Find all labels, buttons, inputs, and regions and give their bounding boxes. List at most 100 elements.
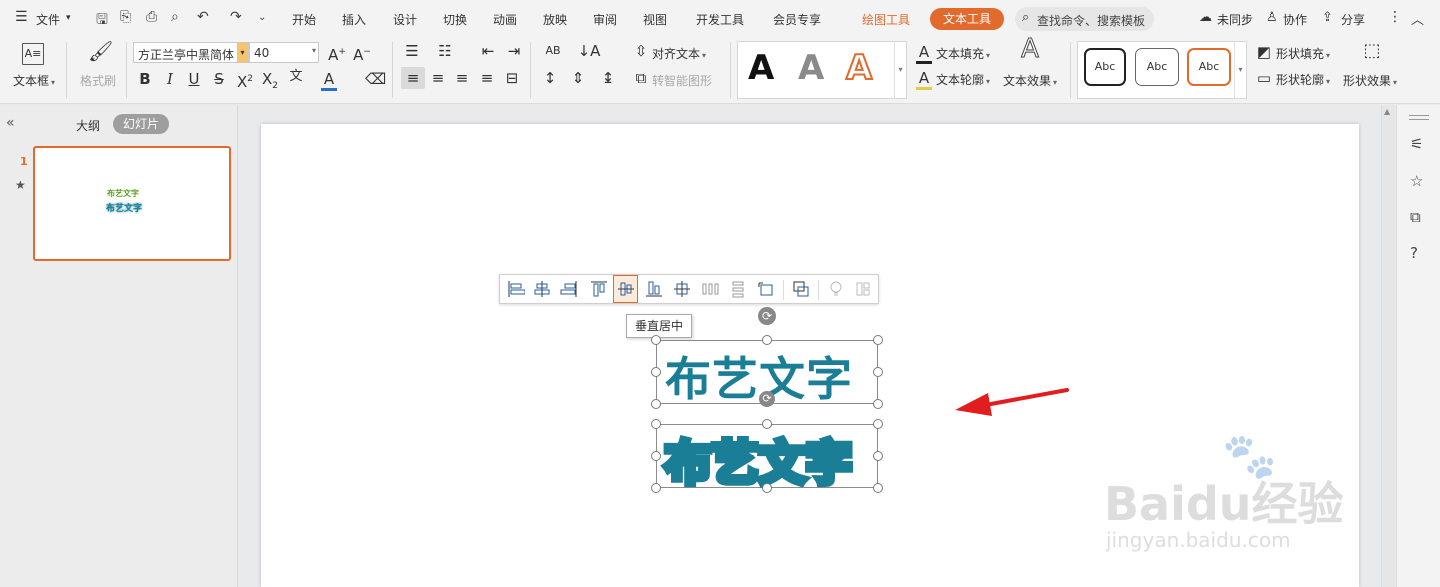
eraser-icon[interactable]: ⌫ — [365, 70, 386, 88]
resize-handle[interactable] — [873, 419, 883, 429]
text-effect-button[interactable]: 文本效果 ▾ — [1003, 72, 1057, 89]
rotate-handle-icon[interactable]: ⟳ — [758, 307, 776, 325]
tab-slideshow[interactable]: 放映 — [543, 11, 567, 28]
numbered-list-icon[interactable]: ☷ — [434, 42, 456, 60]
text-outline-button[interactable]: 文本轮廓 ▾ — [936, 71, 990, 88]
bullet-list-icon[interactable]: ☰ — [401, 42, 423, 60]
resize-handle[interactable] — [873, 451, 883, 461]
text-direction-icon[interactable]: AB — [540, 42, 566, 60]
collapse-ribbon-icon[interactable]: ︿ — [1411, 9, 1424, 28]
text-style-black[interactable]: A — [748, 48, 774, 88]
shape-effect-icon[interactable]: ⬚ — [1360, 42, 1384, 60]
align-center-both-icon[interactable] — [669, 275, 694, 303]
font-name-select[interactable]: 方正兰亭中黑简体 ▾ — [133, 42, 249, 63]
tab-insert[interactable]: 插入 — [342, 11, 366, 28]
align-left-icon[interactable]: ≡ — [403, 69, 423, 87]
gallery-more-icon[interactable]: ▾ — [1234, 42, 1246, 98]
text-fill-button[interactable]: 文本填充 ▾ — [936, 45, 990, 62]
text-outline-icon[interactable]: A — [916, 69, 932, 90]
tab-animation[interactable]: 动画 — [493, 11, 517, 28]
print-preview-icon[interactable]: ⌕ — [171, 9, 179, 25]
chevron-down-icon[interactable]: ▾ — [237, 43, 248, 62]
resize-handle[interactable] — [762, 419, 772, 429]
line-spacing-icon[interactable]: ↕ — [540, 69, 560, 87]
slide-text-bottom[interactable]: 布艺文字 — [662, 427, 856, 494]
print-icon[interactable]: ⎙ — [146, 9, 157, 25]
text-fill-icon[interactable]: A — [916, 43, 932, 64]
shape-style-orange[interactable]: Abc — [1187, 48, 1231, 86]
align-text-icon[interactable]: ⇳ — [632, 42, 650, 60]
tab-review[interactable]: 审阅 — [593, 11, 617, 28]
align-text-button[interactable]: 对齐文本 ▾ — [652, 45, 706, 62]
resize-handle[interactable] — [762, 335, 772, 345]
resize-handle[interactable] — [651, 399, 661, 409]
text-style-gallery[interactable]: A A A ▾ — [737, 41, 907, 99]
tab-drawing-tools[interactable]: 绘图工具 — [862, 11, 910, 28]
text-box-bottom[interactable]: 布艺文字 — [656, 424, 878, 494]
distribute-icon[interactable]: ⊟ — [502, 69, 522, 87]
gallery-more-icon[interactable]: ▾ — [894, 42, 906, 98]
shape-style-gallery[interactable]: Abc Abc Abc ▾ — [1077, 41, 1247, 99]
shape-style-black[interactable]: Abc — [1084, 48, 1126, 86]
shape-outline-button[interactable]: 形状轮廓 ▾ — [1276, 71, 1330, 88]
align-right-icon[interactable] — [556, 275, 581, 303]
shape-style-gray[interactable]: Abc — [1135, 48, 1179, 86]
tab-member[interactable]: 会员专享 — [773, 11, 821, 28]
tab-outline[interactable]: 大纲 — [76, 117, 100, 134]
text-style-gray[interactable]: A — [798, 48, 824, 88]
resize-handle[interactable] — [651, 483, 661, 493]
resize-handle[interactable] — [873, 483, 883, 493]
sort-icon[interactable]: ↓A — [576, 42, 602, 60]
phonetic-icon[interactable]: 文 — [285, 68, 307, 86]
shape-effect-button[interactable]: 形状效果 ▾ — [1343, 72, 1397, 89]
strikethrough-icon[interactable]: S — [211, 70, 227, 88]
resize-handle[interactable] — [651, 419, 661, 429]
textbox-button[interactable]: 文本框 ▾ — [13, 72, 55, 89]
resize-handle[interactable] — [651, 451, 661, 461]
tab-transition[interactable]: 切换 — [443, 11, 467, 28]
tab-view[interactable]: 视图 — [643, 11, 667, 28]
align-middle-icon[interactable] — [613, 275, 638, 303]
rotate-handle-icon[interactable]: ⟳ — [759, 391, 775, 407]
tab-text-tools[interactable]: 文本工具 — [930, 8, 1004, 30]
align-left-icon[interactable] — [503, 275, 528, 303]
resize-handle[interactable] — [651, 367, 661, 377]
shape-fill-icon[interactable]: ◩ — [1256, 43, 1272, 61]
align-right-icon[interactable]: ≡ — [452, 69, 472, 87]
fit-slide-icon[interactable] — [753, 275, 778, 303]
distribute-vertical-icon[interactable] — [725, 275, 750, 303]
customize-icon[interactable]: ⌄ — [258, 12, 266, 23]
underline-icon[interactable]: U — [186, 70, 202, 88]
tab-slides[interactable]: 幻灯片 — [113, 114, 169, 134]
subscript-icon[interactable]: X2 — [260, 70, 280, 95]
vertical-scrollbar[interactable]: ▲ — [1381, 105, 1395, 587]
font-shrink-icon[interactable]: A− — [352, 43, 372, 64]
redo-icon[interactable]: ↷ — [230, 9, 242, 25]
align-bottom-icon[interactable] — [641, 275, 666, 303]
tab-developer[interactable]: 开发工具 — [696, 11, 744, 28]
superscript-icon[interactable]: X2 — [235, 70, 255, 91]
file-menu[interactable]: 文件 — [36, 11, 60, 28]
font-size-select[interactable]: 40 ▾ — [249, 42, 319, 63]
scroll-up-icon[interactable]: ▲ — [1384, 107, 1390, 116]
shape-fill-button[interactable]: 形状填充 ▾ — [1276, 45, 1330, 62]
text-effect-icon[interactable]: A — [1016, 36, 1044, 63]
font-color-icon[interactable]: A — [321, 70, 337, 91]
shape-outline-icon[interactable]: ▭ — [1256, 69, 1272, 87]
font-grow-icon[interactable]: A+ — [327, 43, 347, 64]
slides-icon[interactable]: ⧉ — [1410, 208, 1421, 226]
align-center-h-icon[interactable] — [529, 275, 554, 303]
tab-home[interactable]: 开始 — [292, 11, 316, 28]
search-box[interactable]: ⌕ 查找命令、搜索模板 — [1015, 7, 1154, 31]
chevron-down-icon[interactable]: ▾ — [312, 46, 316, 55]
collab-button[interactable]: 协作 — [1283, 11, 1307, 28]
paragraph-spacing-icon[interactable]: ⇕ — [568, 69, 588, 87]
hamburger-icon[interactable]: ☰ — [15, 9, 28, 25]
line-height-icon[interactable]: ↨ — [598, 69, 618, 87]
help-icon[interactable]: ? — [1410, 244, 1418, 262]
align-center-icon[interactable]: ≡ — [428, 69, 448, 87]
resize-handle[interactable] — [873, 335, 883, 345]
animation-icon[interactable]: ☆ — [1410, 172, 1423, 190]
save-icon[interactable]: 🖫 — [96, 9, 108, 33]
align-top-icon[interactable] — [586, 275, 611, 303]
